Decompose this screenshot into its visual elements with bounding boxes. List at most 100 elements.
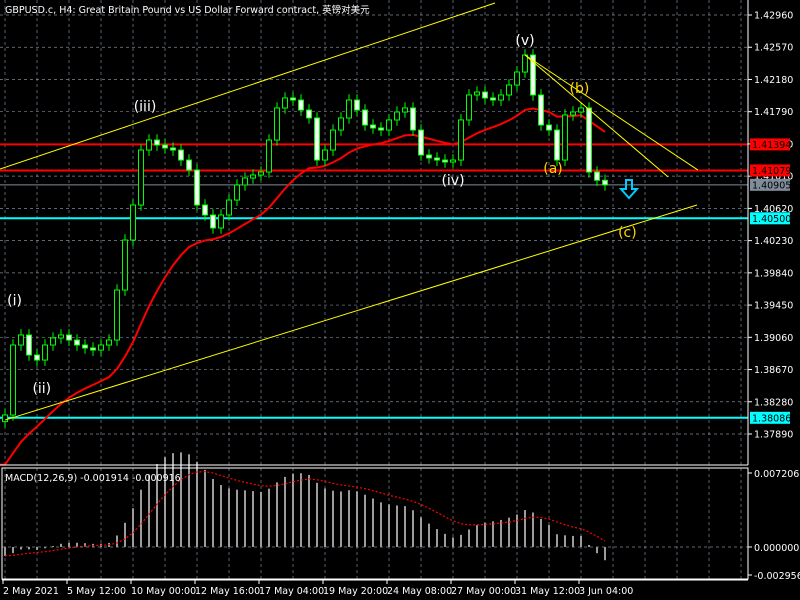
candle-bear [202,204,208,216]
candle-bull [98,344,104,351]
candle-bull [322,149,328,161]
candle-bear [442,159,448,163]
time-tick-label: 27 May 00:00 [451,586,516,597]
level-badge-label: 1.38086 [752,413,791,424]
candle-bear [426,154,432,159]
time-tick-label: 24 May 08:00 [387,586,452,597]
candle-bear [482,91,488,99]
chart-title: GBPUSD.c, H4: Great Britain Pound vs US … [5,4,370,16]
candle-bull [282,97,288,109]
time-tick-label: 12 May 16:00 [195,586,260,597]
candle-bear [354,99,360,111]
level-badge-label: 1.41079 [752,166,791,177]
price-chart[interactable]: (i) (ii) (iii) (iv) (v) (a) (b) (c) 1.42960 1.42… [0,0,800,600]
candle-bear [378,127,384,131]
price-tick-label: 1.38670 [754,365,793,376]
candle-bear [538,94,544,126]
candle-bear [186,159,192,171]
candle-bull [42,344,48,361]
wave-label: (i) [7,293,22,309]
candle-bear [370,124,376,129]
candle-bull [50,337,56,346]
candle-bull [330,129,336,151]
candle-bull [250,174,256,179]
candle-bull [2,414,8,423]
candle-bear [362,109,368,126]
candle-bull [18,334,24,346]
candle-bear [162,144,168,149]
candle-bull [258,171,264,176]
candle-bull [218,214,224,229]
candle-bear [418,129,424,156]
candle-bull [450,159,456,163]
price-tick-label: 1.39840 [754,268,793,279]
price-tick-label: 1.37890 [754,430,793,441]
candle-bull [338,117,344,131]
candle-bull [122,239,128,291]
wave-label: (v) [515,33,534,49]
time-tick-label: 3 Jun 04:00 [579,586,633,597]
candle-bear [210,214,216,229]
candle-bear [26,334,32,356]
candle-bull [498,94,504,101]
candle-bear [434,157,440,161]
candle-bull [242,177,248,186]
wave-label: (b) [569,81,589,97]
candle-bull [226,199,232,216]
price-tick-label: 1.38280 [754,397,793,408]
candle-bull [474,91,480,96]
candle-bear [298,99,304,111]
candle-bear [490,97,496,101]
candle-bull [266,139,272,173]
candle-bear [90,347,96,351]
candle-bull [138,149,144,206]
candle-bear [178,149,184,161]
time-tick-label: 31 May 12:00 [515,586,580,597]
candle-bear [314,117,320,161]
time-tick-label: 2 May 2021 [3,586,59,597]
candle-bull [10,344,16,416]
time-tick-label: 10 May 00:00 [131,586,196,597]
candle-bear [290,97,296,101]
candle-bull [570,111,576,116]
time-tick-label: 17 May 04:00 [259,586,324,597]
price-tick-label: 1.42570 [754,43,793,54]
time-tick-label: 19 May 20:00 [323,586,388,597]
candle-bear [66,334,72,341]
wave-label: (ii) [32,381,51,397]
candle-bear [546,124,552,131]
candle-bear [410,107,416,131]
candle-bull [402,107,408,113]
candle-bull [106,339,112,346]
candle-bear [74,339,80,346]
level-badge-label: 1.40500 [752,214,791,225]
candle-bear [306,109,312,119]
candle-bull [346,99,352,119]
price-tick-label: 1.42180 [754,75,793,86]
candle-bull [578,107,584,113]
candle-bear [554,129,560,161]
candle-bear [170,147,176,151]
candle-bull [514,71,520,86]
candle-bull [58,334,64,339]
price-tick-label: 1.39060 [754,333,793,344]
candle-bull [522,54,528,73]
wave-label: (a) [543,161,563,177]
candle-bull [466,94,472,121]
candle-bull [274,107,280,141]
candle-bull [458,119,464,161]
candle-bull [146,139,152,151]
level-badge-label: 1.40905 [752,180,791,191]
candle-bear [82,344,88,349]
candle-bull [114,289,120,341]
price-tick-label: 1.41790 [754,107,793,118]
wave-label: (iv) [441,173,464,189]
candle-bull [506,84,512,96]
macd-title: MACD(12,26,9) -0.001914 -0.000916 [5,473,181,484]
wave-label: (iii) [134,99,157,115]
candle-bull [130,204,136,241]
candle-bear [154,139,160,146]
macd-tick-label: 0.000000 [754,543,799,554]
candle-bear [586,107,592,173]
candle-bull [394,111,400,121]
